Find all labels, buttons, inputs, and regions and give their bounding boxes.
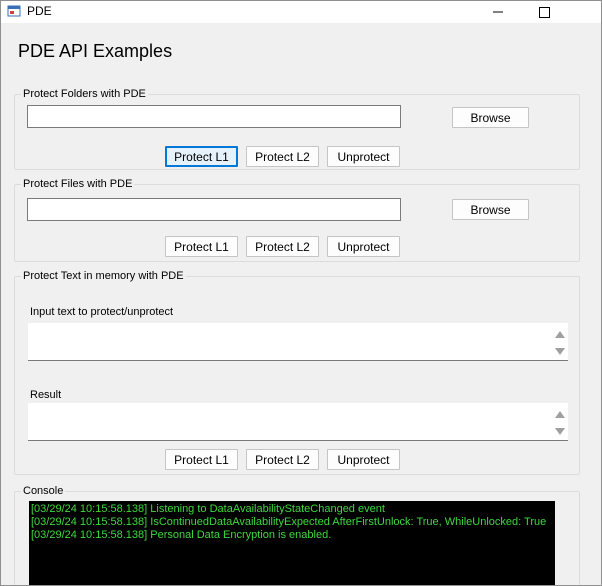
result-scroll-down-button[interactable] — [555, 426, 565, 436]
file-path-input[interactable] — [27, 198, 401, 221]
title-bar[interactable]: PDE — [1, 1, 601, 23]
result-text-area[interactable] — [28, 403, 568, 441]
text-unprotect-button[interactable]: Unprotect — [327, 449, 400, 470]
minimize-icon — [493, 11, 503, 13]
page-title: PDE API Examples — [18, 41, 173, 61]
input-text-area[interactable] — [28, 323, 568, 361]
file-protect-l2-button[interactable]: Protect L2 — [246, 236, 319, 257]
text-protect-l2-button[interactable]: Protect L2 — [246, 449, 319, 470]
file-browse-button[interactable]: Browse — [452, 199, 529, 220]
maximize-button[interactable] — [521, 1, 567, 23]
folder-protect-l2-button[interactable]: Protect L2 — [246, 146, 319, 167]
scroll-down-icon — [555, 347, 565, 355]
input-text-label: Input text to protect/unprotect — [30, 306, 174, 318]
folder-browse-button[interactable]: Browse — [452, 107, 529, 128]
files-group-label: Protect Files with PDE — [21, 178, 135, 191]
console-line: [03/29/24 10:15:58.138] Listening to Dat… — [31, 503, 385, 515]
window-title: PDE — [27, 4, 52, 18]
result-scroll-up-button[interactable] — [555, 409, 565, 419]
file-unprotect-button[interactable]: Unprotect — [327, 236, 400, 257]
console-output[interactable]: [03/29/24 10:15:58.138] Listening to Dat… — [29, 501, 555, 585]
input-scroll-up-button[interactable] — [555, 329, 565, 339]
file-protect-l1-button[interactable]: Protect L1 — [165, 236, 238, 257]
scroll-up-icon — [555, 410, 565, 418]
folder-unprotect-button[interactable]: Unprotect — [327, 146, 400, 167]
minimize-button[interactable] — [475, 1, 521, 23]
folders-group-label: Protect Folders with PDE — [21, 88, 148, 101]
folder-path-input[interactable] — [27, 105, 401, 128]
folder-protect-l1-button[interactable]: Protect L1 — [165, 146, 238, 167]
app-icon — [7, 5, 21, 17]
text-group-label: Protect Text in memory with PDE — [21, 270, 186, 283]
app-window: PDE PDE API Examples Protect Folders wit… — [0, 0, 602, 586]
maximize-icon — [538, 6, 550, 18]
input-scroll-down-button[interactable] — [555, 346, 565, 356]
text-protect-l1-button[interactable]: Protect L1 — [165, 449, 238, 470]
scroll-down-icon — [555, 427, 565, 435]
console-group-label: Console — [21, 485, 66, 498]
console-line: [03/29/24 10:15:58.138] IsContinuedDataA… — [31, 516, 547, 528]
scroll-up-icon — [555, 330, 565, 338]
result-label: Result — [30, 389, 62, 401]
console-line: [03/29/24 10:15:58.138] Personal Data En… — [31, 529, 332, 541]
